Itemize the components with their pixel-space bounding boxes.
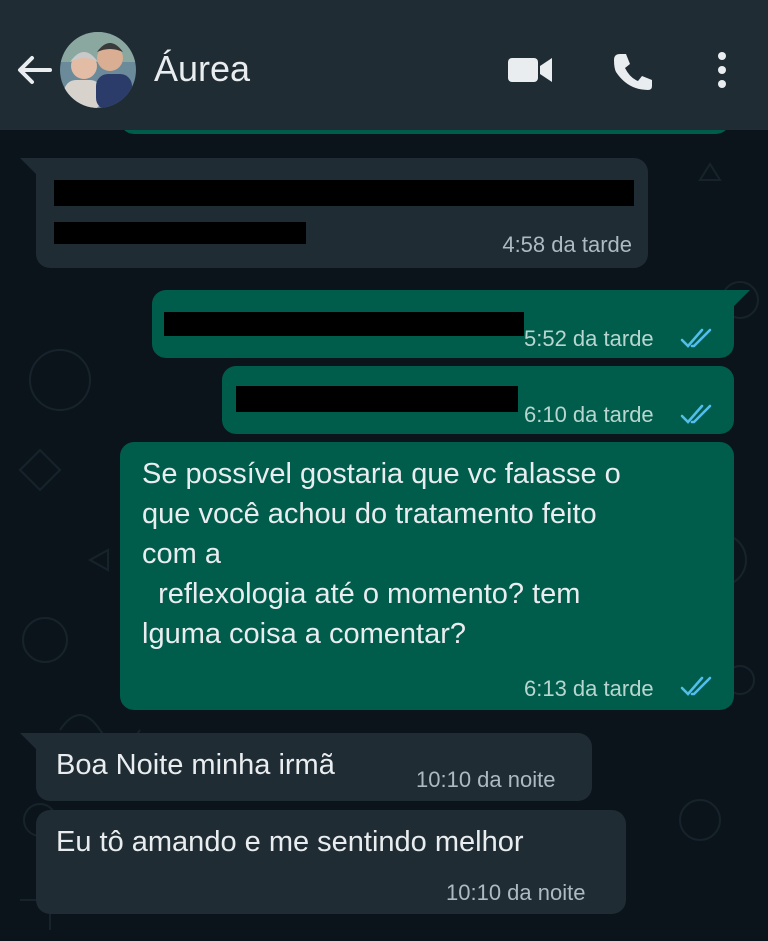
message-bubble-incoming[interactable]: Boa Noite minha irmã 10:10 da noite <box>36 733 592 801</box>
chat-header-overlay: Áurea <box>0 0 768 130</box>
contact-name[interactable]: Áurea <box>154 48 250 90</box>
redacted-text <box>54 222 306 244</box>
back-button[interactable] <box>14 50 54 95</box>
message-text-line: Se possível gostaria que vc falasse o <box>142 458 621 490</box>
message-bubble-outgoing[interactable]: Se possível gostaria que vc falasse o qu… <box>120 442 734 710</box>
voice-call-icon <box>614 54 652 90</box>
message-text-line: com a <box>142 538 221 570</box>
video-call-button[interactable] <box>506 52 554 93</box>
video-call-icon <box>508 58 552 82</box>
message-time: 6:13 da tarde <box>524 676 654 701</box>
read-receipt-icon <box>680 676 712 696</box>
message-time: 10:10 da noite <box>446 880 586 905</box>
contact-avatar[interactable] <box>60 32 136 108</box>
back-arrow-icon <box>18 56 52 84</box>
message-time: 4:58 da tarde <box>502 232 632 257</box>
read-receipt-icon <box>680 328 712 348</box>
message-bubble-outgoing[interactable]: 6:10 da tarde <box>222 366 734 434</box>
message-bubble-incoming[interactable]: Eu tô amando e me sentindo melhor 10:10 … <box>36 810 626 914</box>
message-text: Boa Noite minha irmã <box>56 749 335 781</box>
message-time: 10:10 da noite <box>416 767 556 792</box>
bubble-tail <box>734 290 750 306</box>
message-text-line: lguma coisa a comentar? <box>142 618 466 650</box>
message-bubble-incoming[interactable]: 4:58 da tarde <box>36 158 648 268</box>
voice-call-button[interactable] <box>610 50 654 99</box>
more-vertical-icon <box>718 52 726 88</box>
redacted-text <box>236 386 518 412</box>
bubble-tail <box>20 158 36 174</box>
redacted-text <box>54 180 634 206</box>
message-time: 6:10 da tarde <box>524 402 654 427</box>
message-bubble-outgoing[interactable]: 5:52 da tarde <box>152 290 734 358</box>
message-time: 5:52 da tarde <box>524 326 654 351</box>
message-text: Eu tô amando e me sentindo melhor <box>56 826 524 858</box>
message-text-line: reflexologia até o momento? tem <box>142 578 581 610</box>
read-receipt-icon <box>680 404 712 424</box>
message-text-line: que você achou do tratamento feito <box>142 498 597 530</box>
more-options-button[interactable] <box>708 50 736 95</box>
bubble-tail <box>20 733 36 749</box>
avatar-image <box>60 32 136 108</box>
redacted-text <box>164 312 524 336</box>
